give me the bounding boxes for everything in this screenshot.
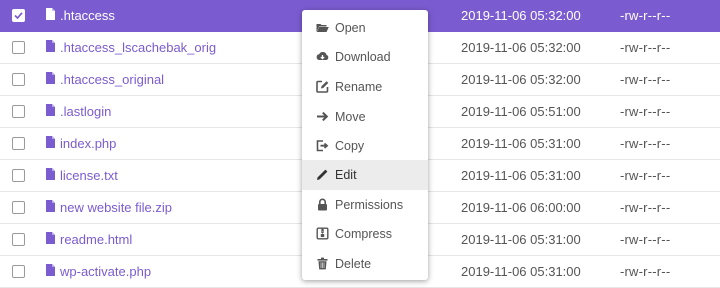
- file-icon: [46, 40, 55, 52]
- copy-icon: [316, 140, 329, 152]
- menu-item-rename[interactable]: Rename: [302, 72, 428, 102]
- file-icon: [46, 264, 55, 276]
- file-icon: [46, 232, 55, 244]
- menu-item-open[interactable]: Open: [302, 13, 428, 43]
- file-icon: [46, 8, 55, 20]
- menu-item-label: Move: [335, 110, 366, 124]
- context-menu: Open Download Rename Move Copy Edit Perm…: [302, 10, 428, 280]
- row-checkbox[interactable]: [12, 9, 25, 22]
- file-name[interactable]: readme.html: [60, 232, 132, 247]
- file-icon: [46, 136, 55, 148]
- menu-item-label: Rename: [335, 80, 383, 94]
- menu-item-label: Open: [335, 21, 366, 35]
- file-date: 2019-11-06 05:31:00: [461, 168, 581, 183]
- file-permissions: -rw-r--r--: [620, 136, 671, 151]
- file-name[interactable]: .htaccess_original: [60, 72, 164, 87]
- row-checkbox[interactable]: [12, 265, 25, 278]
- file-name[interactable]: new website file.zip: [60, 200, 172, 215]
- file-permissions: -rw-r--r--: [620, 200, 671, 215]
- menu-item-download[interactable]: Download: [302, 42, 428, 72]
- menu-item-label: Compress: [335, 227, 392, 241]
- file-date: 2019-11-06 05:31:00: [461, 264, 581, 279]
- cloud-download-icon: [316, 51, 329, 60]
- pencil-icon: [317, 169, 328, 180]
- row-checkbox[interactable]: [12, 105, 25, 118]
- menu-item-label: Edit: [335, 168, 357, 182]
- file-icon: [46, 168, 55, 180]
- folder-open-icon: [316, 24, 329, 32]
- file-name[interactable]: .htaccess: [60, 8, 115, 23]
- row-checkbox[interactable]: [12, 169, 25, 182]
- row-checkbox[interactable]: [12, 233, 25, 246]
- menu-item-edit[interactable]: Edit: [302, 160, 428, 190]
- file-permissions: -rw-r--r--: [620, 40, 671, 55]
- menu-item-copy[interactable]: Copy: [302, 131, 428, 161]
- file-permissions: -rw-r--r--: [620, 264, 671, 279]
- file-name[interactable]: license.txt: [60, 168, 118, 183]
- row-checkbox[interactable]: [12, 41, 25, 54]
- trash-icon: [317, 257, 328, 270]
- arrow-right-icon: [317, 111, 329, 122]
- file-name[interactable]: .htaccess_lscachebak_orig: [60, 40, 216, 55]
- menu-item-label: Copy: [335, 139, 365, 153]
- menu-item-label: Delete: [335, 257, 372, 271]
- file-name[interactable]: .lastlogin: [60, 104, 111, 119]
- archive-icon: [316, 227, 329, 240]
- file-date: 2019-11-06 05:31:00: [461, 232, 581, 247]
- file-date: 2019-11-06 05:32:00: [461, 8, 581, 23]
- menu-item-move[interactable]: Move: [302, 102, 428, 132]
- file-name[interactable]: index.php: [60, 136, 116, 151]
- file-icon: [46, 104, 55, 116]
- row-checkbox[interactable]: [12, 73, 25, 86]
- row-checkbox[interactable]: [12, 201, 25, 214]
- menu-item-delete[interactable]: Delete: [302, 249, 428, 279]
- row-checkbox[interactable]: [12, 137, 25, 150]
- file-icon: [46, 200, 55, 212]
- file-date: 2019-11-06 05:32:00: [461, 40, 581, 55]
- file-icon: [46, 72, 55, 84]
- file-date: 2019-11-06 05:31:00: [461, 136, 581, 151]
- file-name[interactable]: wp-activate.php: [60, 264, 151, 279]
- file-permissions: -rw-r--r--: [620, 104, 671, 119]
- file-permissions: -rw-r--r--: [620, 8, 671, 23]
- file-date: 2019-11-06 06:00:00: [461, 200, 581, 215]
- menu-item-permissions[interactable]: Permissions: [302, 190, 428, 220]
- file-date: 2019-11-06 05:32:00: [461, 72, 581, 87]
- rename-icon: [316, 80, 329, 93]
- menu-item-label: Permissions: [335, 198, 404, 212]
- checkmark-icon: [14, 12, 23, 20]
- menu-item-label: Download: [335, 50, 391, 64]
- lock-icon: [318, 198, 327, 211]
- file-permissions: -rw-r--r--: [620, 232, 671, 247]
- menu-item-compress[interactable]: Compress: [302, 219, 428, 249]
- file-date: 2019-11-06 05:51:00: [461, 104, 581, 119]
- file-permissions: -rw-r--r--: [620, 72, 671, 87]
- file-permissions: -rw-r--r--: [620, 168, 671, 183]
